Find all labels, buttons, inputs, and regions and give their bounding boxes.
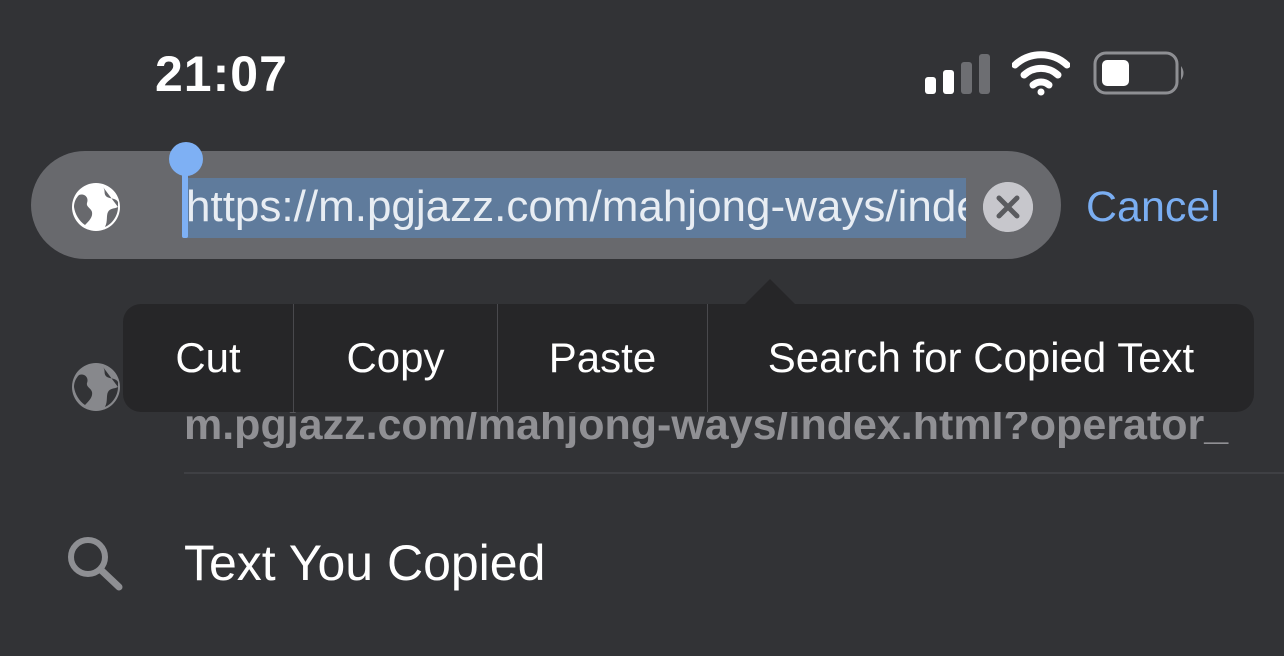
url-selection-highlight[interactable]: https://m.pgjazz.com/mahjong-ways/index.… xyxy=(184,178,966,238)
paste-menu-item[interactable]: Paste xyxy=(497,304,707,412)
search-copied-text-menu-item[interactable]: Search for Copied Text xyxy=(707,304,1254,412)
battery-icon xyxy=(1093,51,1184,95)
status-time: 21:07 xyxy=(155,46,288,102)
menu-pointer xyxy=(742,279,798,307)
globe-icon xyxy=(72,363,120,411)
clear-icon[interactable] xyxy=(983,182,1033,232)
search-icon xyxy=(68,537,123,591)
cancel-button[interactable]: Cancel xyxy=(1086,178,1220,236)
url-text[interactable]: https://m.pgjazz.com/mahjong-ways/index.… xyxy=(186,178,966,236)
copy-menu-item[interactable]: Copy xyxy=(293,304,497,412)
cut-menu-item[interactable]: Cut xyxy=(123,304,293,412)
copied-text-suggestion[interactable]: Text You Copied xyxy=(184,533,545,593)
wifi-icon xyxy=(1012,51,1070,96)
cellular-signal-icon xyxy=(925,52,991,94)
globe-icon xyxy=(72,183,120,231)
selection-handle-line[interactable] xyxy=(182,170,188,238)
edit-menu: Cut Copy Paste Search for Copied Text xyxy=(123,304,1254,412)
separator xyxy=(184,472,1284,474)
selection-handle-knob[interactable] xyxy=(169,142,203,176)
